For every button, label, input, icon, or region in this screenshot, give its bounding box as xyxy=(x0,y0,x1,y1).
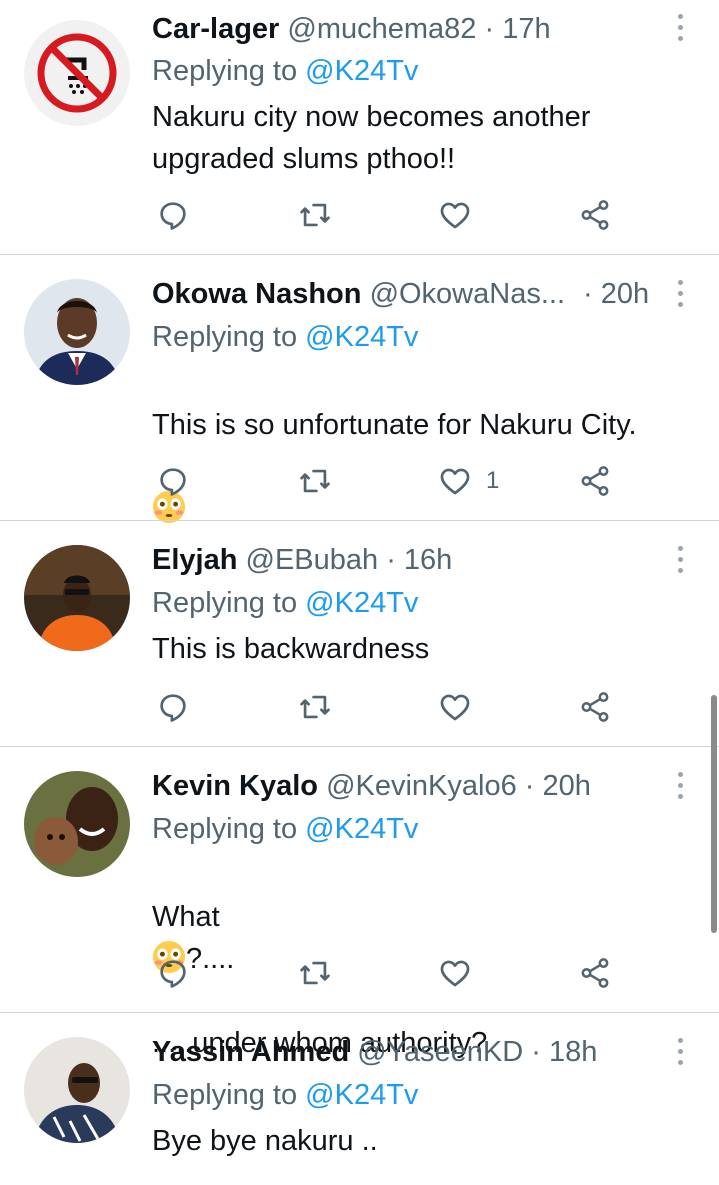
more-vertical-icon[interactable] xyxy=(675,14,685,44)
replying-to: Replying to @K24Tv xyxy=(152,51,418,91)
reply-handle-link[interactable]: @K24Tv xyxy=(305,321,418,353)
timestamp-wrap: · 20h xyxy=(583,274,649,314)
scrollbar[interactable] xyxy=(711,695,717,933)
reply-icon xyxy=(156,690,190,724)
tweet-header: Yassin Ahmed @YaseenKD · 18h xyxy=(152,1032,597,1072)
tweet-5[interactable]: Yassin Ahmed @YaseenKD · 18h Replying to… xyxy=(0,1013,719,1185)
tweet-header: Car-lager @muchema82 · 17h xyxy=(152,9,551,49)
tweet-text: Nakuru city now becomes another upgraded… xyxy=(152,101,591,175)
timestamp[interactable]: · 16h xyxy=(386,544,452,576)
share-icon xyxy=(578,690,612,724)
avatar[interactable] xyxy=(24,20,130,126)
display-name[interactable]: Car-lager xyxy=(152,13,279,45)
user-handle[interactable]: @YaseenKD xyxy=(357,1036,523,1068)
more-vertical-icon[interactable] xyxy=(675,1038,685,1068)
display-name[interactable]: Yassin Ahmed xyxy=(152,1036,349,1068)
reply-handle-link[interactable]: @K24Tv xyxy=(305,587,418,619)
no-shower-icon xyxy=(24,20,130,126)
retweet-icon xyxy=(298,198,332,232)
heart-icon xyxy=(438,956,472,990)
retweet-icon xyxy=(298,464,332,498)
display-name[interactable]: Kevin Kyalo xyxy=(152,770,318,802)
user-handle[interactable]: @EBubah xyxy=(246,544,379,576)
avatar[interactable] xyxy=(24,545,130,651)
timestamp[interactable]: · 20h xyxy=(583,278,649,310)
user-handle[interactable]: @muchema82 xyxy=(287,13,476,45)
profile-photo xyxy=(24,771,130,877)
reply-handle-link[interactable]: @K24Tv xyxy=(305,813,418,845)
profile-photo xyxy=(24,279,130,385)
reply-icon xyxy=(156,464,190,498)
tweet-text-content: This is so unfortunate for Nakuru City. xyxy=(152,409,637,441)
tweet-2[interactable]: Okowa Nashon @OkowaNas... · 20h Replying… xyxy=(0,255,719,520)
share-icon xyxy=(578,198,612,232)
replying-to-label: Replying to xyxy=(152,321,298,353)
tweet-text-line1: What xyxy=(152,901,220,933)
tweet-actions xyxy=(0,953,719,993)
share-icon xyxy=(578,464,612,498)
profile-photo xyxy=(24,545,130,651)
retweet-icon xyxy=(298,690,332,724)
tweet-text: Bye bye nakuru .. xyxy=(152,1125,378,1157)
more-vertical-icon[interactable] xyxy=(675,546,685,576)
tweet-text: This is so unfortunate for Nakuru City. xyxy=(152,362,692,530)
more-vertical-icon[interactable] xyxy=(675,772,685,802)
reply-handle-link[interactable]: @K24Tv xyxy=(305,1079,418,1111)
timestamp[interactable]: · 20h xyxy=(525,770,591,802)
tweet-actions: 1 xyxy=(0,461,719,501)
tweet-actions xyxy=(0,687,719,727)
heart-icon xyxy=(438,198,472,232)
user-handle[interactable]: @KevinKyalo6 xyxy=(326,770,517,802)
tweet-actions xyxy=(0,195,719,235)
timestamp[interactable]: · 18h xyxy=(531,1036,597,1068)
timestamp[interactable]: · 17h xyxy=(484,13,550,45)
tweet-header: Elyjah @EBubah · 16h xyxy=(152,540,452,580)
heart-icon xyxy=(438,464,472,498)
avatar[interactable] xyxy=(24,279,130,385)
tweet-1[interactable]: Car-lager @muchema82 · 17h Replying to @… xyxy=(0,0,719,254)
avatar[interactable] xyxy=(24,771,130,877)
heart-icon xyxy=(438,690,472,724)
replying-to-label: Replying to xyxy=(152,587,298,619)
like-count: 1 xyxy=(486,467,500,494)
reply-icon xyxy=(156,198,190,232)
tweet-text: This is backwardness xyxy=(152,633,430,665)
display-name[interactable]: Okowa Nashon xyxy=(152,278,362,310)
share-icon xyxy=(578,956,612,990)
tweet-4[interactable]: Kevin Kyalo @KevinKyalo6 · 20h Replying … xyxy=(0,747,719,1059)
replying-to-label: Replying to xyxy=(152,813,298,845)
replying-to: Replying to @K24Tv xyxy=(152,583,418,623)
tweet-3[interactable]: Elyjah @EBubah · 16h Replying to @K24Tv … xyxy=(0,521,719,746)
retweet-icon xyxy=(298,956,332,990)
more-vertical-icon[interactable] xyxy=(675,280,685,310)
replying-to: Replying to @K24Tv xyxy=(152,317,418,357)
reply-handle-link[interactable]: @K24Tv xyxy=(305,55,418,87)
replying-to: Replying to @K24Tv xyxy=(152,1075,418,1115)
profile-photo xyxy=(24,1037,130,1143)
tweet-header: Kevin Kyalo @KevinKyalo6 · 20h xyxy=(152,766,591,806)
user-handle[interactable]: @OkowaNas... xyxy=(370,278,565,310)
replying-to: Replying to @K24Tv xyxy=(152,809,418,849)
avatar[interactable] xyxy=(24,1037,130,1143)
replying-to-label: Replying to xyxy=(152,1079,298,1111)
reply-icon xyxy=(156,956,190,990)
tweet-header: Okowa Nashon @OkowaNas... xyxy=(152,274,565,314)
replying-to-label: Replying to xyxy=(152,55,298,87)
display-name[interactable]: Elyjah xyxy=(152,544,237,576)
